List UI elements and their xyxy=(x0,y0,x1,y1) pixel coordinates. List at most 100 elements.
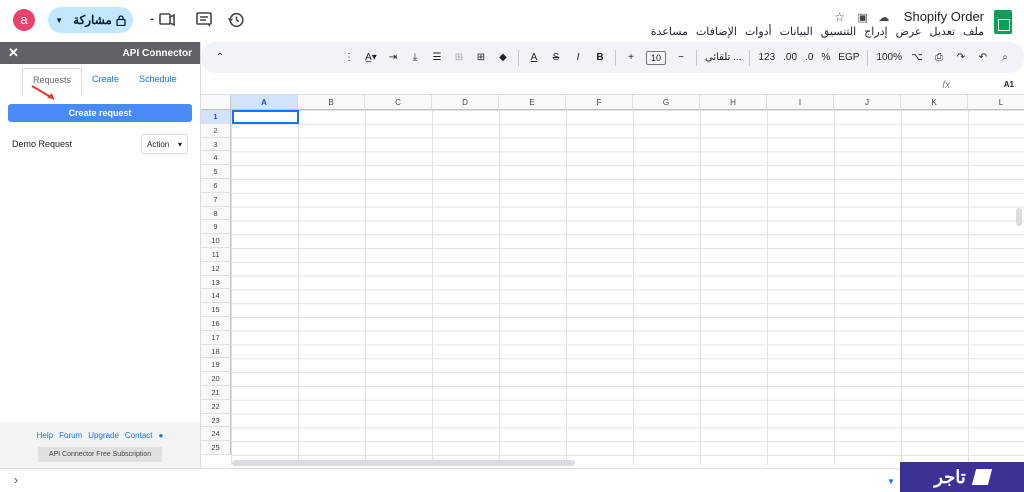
name-box[interactable]: A1 xyxy=(1004,80,1014,89)
italic-icon[interactable]: I xyxy=(571,52,585,63)
row-header[interactable]: 19 xyxy=(201,358,231,373)
menu-item-tools[interactable]: أدوات xyxy=(745,25,772,38)
row-header[interactable]: 18 xyxy=(201,344,231,359)
row-header[interactable]: 1 xyxy=(201,110,231,124)
borders-icon[interactable]: ⊞ xyxy=(474,52,488,63)
column-header[interactable]: J xyxy=(834,95,901,110)
meet-icon[interactable] xyxy=(148,11,175,31)
contact-link[interactable]: Contact xyxy=(125,431,153,440)
row-header[interactable]: 10 xyxy=(201,234,231,248)
row-header[interactable]: 24 xyxy=(201,427,231,442)
decimal-decrease-button[interactable]: .0 xyxy=(805,52,813,63)
tab-schedule[interactable]: Schedule xyxy=(129,68,187,96)
cell-area[interactable] xyxy=(231,110,1024,465)
font-size-increase-icon[interactable]: + xyxy=(624,52,638,63)
column-header[interactable]: B xyxy=(298,95,365,110)
menu-item-extensions[interactable]: الإضافات xyxy=(696,25,737,38)
column-header[interactable]: K xyxy=(901,95,968,110)
forum-link[interactable]: Forum xyxy=(59,431,82,440)
caret-down-icon[interactable]: ▼ xyxy=(55,16,63,25)
menu-item-help[interactable]: مساعدة xyxy=(651,25,688,38)
row-header[interactable]: 21 xyxy=(201,385,231,400)
row-header[interactable]: 15 xyxy=(201,303,231,317)
select-all-corner[interactable] xyxy=(201,95,231,110)
paint-format-icon[interactable]: ⌥ xyxy=(910,52,924,63)
row-header[interactable]: 12 xyxy=(201,261,231,276)
undo-icon[interactable]: ↶ xyxy=(976,52,990,63)
create-request-button[interactable]: Create request xyxy=(8,104,192,122)
account-icon[interactable]: ● xyxy=(159,431,164,440)
text-color-icon[interactable]: A xyxy=(527,52,541,63)
sheet-menu-caret-icon[interactable]: ▼ xyxy=(887,477,895,486)
history-icon[interactable] xyxy=(227,11,247,31)
vertical-scrollbar[interactable] xyxy=(1016,208,1022,226)
avatar[interactable]: a xyxy=(13,9,35,31)
more-icon[interactable]: ⋮ xyxy=(342,52,356,63)
row-header[interactable]: 20 xyxy=(201,372,231,386)
row-header[interactable]: 5 xyxy=(201,165,231,179)
doc-title[interactable]: Shopify Order xyxy=(904,9,984,24)
row-header[interactable]: 23 xyxy=(201,413,231,428)
active-cell-a1[interactable] xyxy=(232,110,299,124)
action-dropdown[interactable]: Action ▾ xyxy=(141,134,188,154)
row-header[interactable]: 22 xyxy=(201,399,231,414)
bold-icon[interactable]: B xyxy=(593,52,607,63)
move-icon[interactable]: ▣ xyxy=(857,12,867,24)
zoom-select[interactable]: 100% xyxy=(876,52,902,63)
column-header[interactable]: A xyxy=(231,95,298,110)
row-header[interactable]: 3 xyxy=(201,137,231,152)
menu-item-edit[interactable]: تعديل xyxy=(930,25,956,38)
menu-item-format[interactable]: التنسيق xyxy=(821,25,856,38)
row-header[interactable]: 8 xyxy=(201,206,231,221)
row-header[interactable]: 4 xyxy=(201,151,231,166)
decimal-increase-button[interactable]: .00 xyxy=(783,52,797,63)
text-rotation-icon[interactable]: A̲▾ xyxy=(364,52,378,63)
valign-icon[interactable]: ⤓ xyxy=(408,52,422,63)
row-header[interactable]: 13 xyxy=(201,275,231,290)
spreadsheet-grid[interactable]: A B C D E F G H I J K L 1 2 3 4 5 6 7 8 … xyxy=(201,95,1024,465)
row-header[interactable]: 16 xyxy=(201,316,231,331)
halign-icon[interactable]: ☰ xyxy=(430,52,444,63)
column-header[interactable]: D xyxy=(432,95,499,110)
redo-icon[interactable]: ↷ xyxy=(954,52,968,63)
fill-color-icon[interactable]: ◆ xyxy=(496,52,510,63)
menu-item-data[interactable]: البيانات xyxy=(780,25,813,38)
font-size-decrease-icon[interactable]: − xyxy=(674,52,688,63)
help-link[interactable]: Help xyxy=(37,431,53,440)
column-header[interactable]: E xyxy=(499,95,566,110)
horizontal-scrollbar[interactable] xyxy=(232,460,575,466)
column-header[interactable]: L xyxy=(968,95,1024,110)
row-header[interactable]: 7 xyxy=(201,192,231,207)
column-header[interactable]: C xyxy=(365,95,432,110)
font-size-input[interactable]: 10 xyxy=(646,50,666,65)
sheets-logo-icon[interactable] xyxy=(994,10,1012,34)
row-header[interactable]: 11 xyxy=(201,247,231,262)
collapse-menus-icon[interactable]: ⌃ xyxy=(213,52,227,63)
percent-button[interactable]: % xyxy=(821,52,830,63)
font-family-select[interactable]: تلقائي ... xyxy=(705,52,741,63)
column-header[interactable]: H xyxy=(700,95,767,110)
share-button[interactable]: ▼ مشاركة xyxy=(48,7,133,33)
tab-create[interactable]: Create xyxy=(82,68,129,96)
currency-button[interactable]: EGP xyxy=(838,52,859,63)
menu-item-insert[interactable]: إدراج xyxy=(864,25,887,38)
number-format-button[interactable]: 123 xyxy=(758,52,775,63)
print-icon[interactable]: ⎙ xyxy=(932,52,946,63)
merge-icon[interactable]: ⊞ xyxy=(452,52,466,63)
column-header[interactable]: F xyxy=(566,95,633,110)
close-icon[interactable]: ✕ xyxy=(8,45,19,61)
row-header[interactable]: 9 xyxy=(201,220,231,235)
menu-item-file[interactable]: ملف xyxy=(963,25,984,38)
row-header[interactable]: 2 xyxy=(201,123,231,138)
chevron-right-icon[interactable]: › xyxy=(14,473,18,487)
menu-item-view[interactable]: عرض xyxy=(896,25,922,38)
strikethrough-icon[interactable]: S xyxy=(549,52,563,63)
row-header[interactable]: 6 xyxy=(201,178,231,193)
search-icon[interactable]: ⌕ xyxy=(998,52,1012,63)
request-name[interactable]: Demo Request xyxy=(12,139,72,149)
column-header[interactable]: I xyxy=(767,95,834,110)
row-header[interactable]: 14 xyxy=(201,289,231,304)
text-direction-icon[interactable]: ⇥ xyxy=(386,52,400,63)
column-header[interactable]: G xyxy=(633,95,700,110)
upgrade-link[interactable]: Upgrade xyxy=(88,431,119,440)
